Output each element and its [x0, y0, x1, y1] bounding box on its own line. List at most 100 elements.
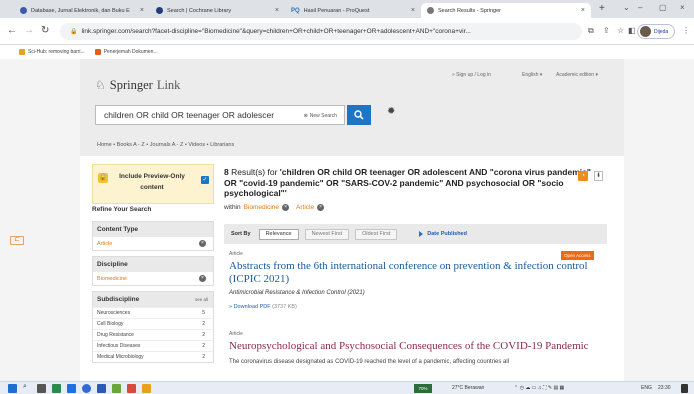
tab-springer[interactable]: Search Results - Springer × — [421, 3, 591, 18]
side-panel-icon[interactable]: ◧ — [628, 26, 636, 35]
close-tab-icon[interactable]: × — [275, 7, 279, 14]
language-select[interactable]: English ▾ — [522, 72, 542, 78]
list-item[interactable]: Medical Microbiology 2 — [93, 351, 213, 362]
breadcrumb[interactable]: Home • Books A - Z • Journals A - Z • Vi… — [97, 142, 234, 148]
download-icon[interactable]: ⬇ — [594, 171, 603, 181]
windows-start-icon[interactable] — [8, 384, 17, 393]
list-item-label: Infectious Diseases — [97, 343, 141, 349]
browser-toolbar: ← → ↻ 🔒 link.springer.com/search?facet-d… — [0, 18, 694, 45]
list-item-count: 2 — [202, 343, 205, 349]
weather-widget[interactable]: 27°C Berawan — [452, 385, 484, 391]
sort-relevance-button[interactable]: Relevance — [258, 228, 299, 240]
task-view-icon[interactable] — [37, 384, 46, 393]
sort-oldest-button[interactable]: Oldest First — [355, 228, 398, 240]
avatar — [640, 26, 651, 37]
clock[interactable]: 23:30 — [658, 385, 671, 391]
status-badge: 70% — [414, 384, 432, 393]
app-icon[interactable] — [127, 384, 136, 393]
search-icon[interactable]: ⌕ — [23, 383, 27, 391]
notification-icon[interactable] — [681, 384, 688, 393]
bookmark-favicon-icon — [19, 49, 25, 55]
windows-taskbar: ⌕ 70% 27°C Berawan ⌃ ◷ ☁ ▭ ♫ ⛶ ✎ ▤ ▦ ENG… — [0, 381, 694, 394]
list-item-label: Neurosciences — [97, 310, 131, 316]
facet-selected-article[interactable]: Article × — [93, 237, 213, 250]
bookmark-star-icon[interactable]: ☆ — [617, 26, 624, 35]
address-bar[interactable]: 🔒 link.springer.com/search?facet-discipl… — [60, 23, 582, 40]
search-input[interactable]: children OR child OR teenager OR adolesc… — [95, 105, 345, 125]
close-tab-icon[interactable]: × — [411, 7, 415, 14]
bookmark-favicon-icon — [94, 49, 101, 55]
list-item[interactable]: Drug Resistance 2 — [93, 329, 213, 340]
site-favicon-icon — [20, 7, 27, 14]
list-item-label: Drug Resistance — [97, 332, 134, 338]
within-discipline[interactable]: Biomedicine — [244, 204, 279, 211]
forward-arrow-icon[interactable]: → — [24, 25, 34, 36]
close-tab-icon[interactable]: × — [581, 7, 585, 14]
new-search-button[interactable]: ⊗ New Search — [299, 110, 341, 121]
download-pdf-label: » Download PDF — [229, 304, 271, 310]
result-title-link[interactable]: Abstracts from the 6th international con… — [229, 260, 599, 286]
remove-filter-icon[interactable]: × — [282, 204, 290, 211]
word-icon[interactable] — [97, 384, 106, 393]
chrome-icon[interactable] — [82, 384, 91, 393]
see-all-link[interactable]: see all — [195, 297, 208, 302]
open-access-badge: Open Access — [561, 251, 594, 260]
edge-icon[interactable] — [67, 384, 76, 393]
date-published-toggle[interactable]: Date Published — [419, 231, 467, 237]
close-tab-icon[interactable]: × — [140, 7, 144, 14]
new-tab-button[interactable]: + — [599, 3, 605, 14]
reload-icon[interactable]: ↻ — [41, 25, 49, 36]
result-journal[interactable]: Antimicrobial Resistance & Infection Con… — [229, 290, 599, 296]
rss-icon[interactable]: ◔ — [578, 171, 588, 181]
facet-title-text: Subdiscipline — [97, 296, 140, 303]
signup-login-link[interactable]: » Sign up / Log in — [452, 72, 491, 78]
site-favicon-icon — [427, 7, 434, 14]
result-title-link[interactable]: Neuropsychological and Psychosocial Cons… — [229, 340, 599, 353]
close-window-icon[interactable]: × — [680, 3, 685, 12]
pdf-size: (3737 KB) — [272, 304, 297, 310]
tab-database-jurnal[interactable]: Database, Jurnal Elektronik, dan Buku E … — [14, 3, 150, 18]
menu-kebab-icon[interactable]: ⋮ — [682, 26, 690, 35]
results-query: 'children OR child OR teenager OR adoles… — [224, 167, 591, 198]
remove-filter-icon[interactable]: × — [199, 275, 206, 282]
facet-subdiscipline: Subdiscipline see all Neurosciences 5 Cel… — [92, 291, 214, 363]
app-icon[interactable] — [112, 384, 121, 393]
sort-newest-button[interactable]: Newest First — [304, 228, 350, 240]
list-item[interactable]: Neurosciences 5 — [93, 307, 213, 318]
maximize-icon[interactable]: ▢ — [659, 3, 667, 12]
bookmarks-bar: Sci-Hub: removing barri... Penerjemah Do… — [0, 45, 694, 59]
academic-edition-select[interactable]: Academic edition ▾ — [556, 72, 598, 78]
date-published-label: Date Published — [427, 231, 467, 237]
preview-only-toggle[interactable]: 🔒 Include Preview-Only content ✓ — [92, 164, 214, 204]
remove-filter-icon[interactable]: × — [199, 240, 206, 247]
clear-circle-icon: ⊗ — [303, 112, 308, 119]
translate-icon[interactable]: ⧉ — [588, 26, 594, 36]
preview-only-checkbox[interactable]: ✓ — [201, 176, 209, 184]
back-arrow-icon[interactable]: ← — [7, 25, 17, 36]
tab-proquest[interactable]: PQ Hasil Penuaran - ProQuest × — [285, 3, 421, 18]
list-item[interactable]: Infectious Diseases 2 — [93, 340, 213, 351]
search-icon — [354, 110, 364, 120]
within-type[interactable]: Article — [296, 204, 314, 211]
side-extension-icon[interactable]: ⊏ — [10, 236, 24, 245]
download-pdf-link[interactable]: » Download PDF (3737 KB) — [229, 304, 599, 310]
list-item[interactable]: Cell Biology 2 — [93, 318, 213, 329]
facet-selected-biomedicine[interactable]: Biomedicine × — [93, 272, 213, 285]
share-icon[interactable]: ⇪ — [603, 26, 610, 35]
tray-icons[interactable]: ⌃ ◷ ☁ ▭ ♫ ⛶ ✎ ▤ ▦ — [514, 385, 564, 391]
input-language[interactable]: ENG — [641, 385, 652, 391]
remove-filter-icon[interactable]: × — [317, 204, 325, 211]
file-explorer-icon[interactable] — [142, 384, 151, 393]
springerlink-logo[interactable]: ♘ Springer Link — [95, 78, 180, 93]
excel-icon[interactable] — [52, 384, 61, 393]
minimize-icon[interactable]: – — [638, 3, 642, 12]
profile-button[interactable]: Dijeda — [637, 24, 675, 39]
bookmark-penerjemah[interactable]: Penerjemah Dokumen... — [94, 49, 158, 55]
url-text: link.springer.com/search?facet-disciplin… — [81, 28, 471, 35]
tab-cochrane[interactable]: Search | Cochrane Library × — [150, 3, 285, 18]
bookmark-scihub[interactable]: Sci-Hub: removing barri... — [19, 49, 85, 55]
gear-icon[interactable]: ✹ — [387, 106, 395, 117]
result-item: Article Abstracts from the 6th internati… — [229, 251, 599, 310]
search-button[interactable] — [347, 105, 371, 125]
tab-search-icon[interactable]: ⌄ — [623, 3, 630, 12]
